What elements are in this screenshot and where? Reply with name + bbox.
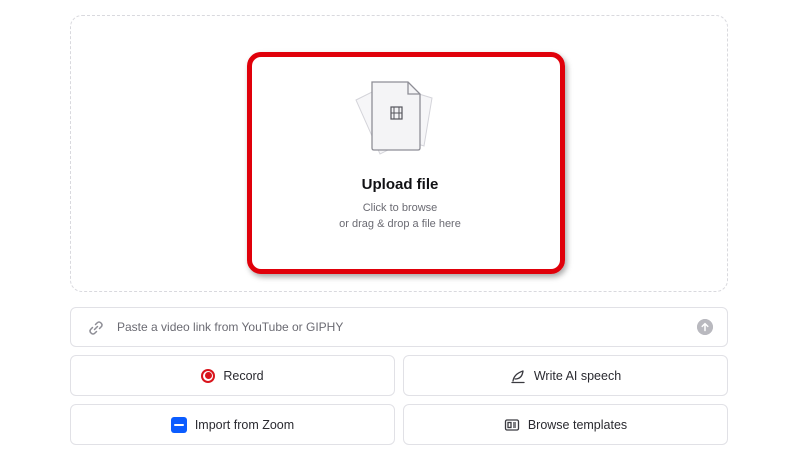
record-label: Record	[223, 368, 264, 383]
video-link-bar	[70, 307, 728, 347]
link-icon	[89, 321, 103, 335]
browse-templates-label: Browse templates	[527, 417, 628, 432]
feather-pen-icon	[511, 369, 525, 383]
upload-title: Upload file	[361, 176, 439, 193]
video-file-icon	[355, 81, 433, 155]
browse-templates-button[interactable]: Browse templates	[403, 404, 728, 445]
import-from-zoom-label: Import from Zoom	[194, 417, 295, 432]
import-from-zoom-button[interactable]: Import from Zoom	[70, 404, 395, 445]
write-ai-speech-button[interactable]: Write AI speech	[403, 355, 728, 396]
template-icon	[504, 418, 519, 431]
arrow-up-circle-icon[interactable]	[697, 319, 713, 335]
upload-browse-hint: Click to browse	[362, 202, 438, 214]
record-button[interactable]: Record	[70, 355, 395, 396]
record-icon	[201, 368, 216, 383]
zoom-logo-icon	[170, 416, 187, 433]
upload-drag-hint: or drag & drop a file here	[339, 218, 461, 230]
write-ai-speech-label: Write AI speech	[533, 368, 622, 383]
video-link-input[interactable]	[117, 309, 677, 345]
